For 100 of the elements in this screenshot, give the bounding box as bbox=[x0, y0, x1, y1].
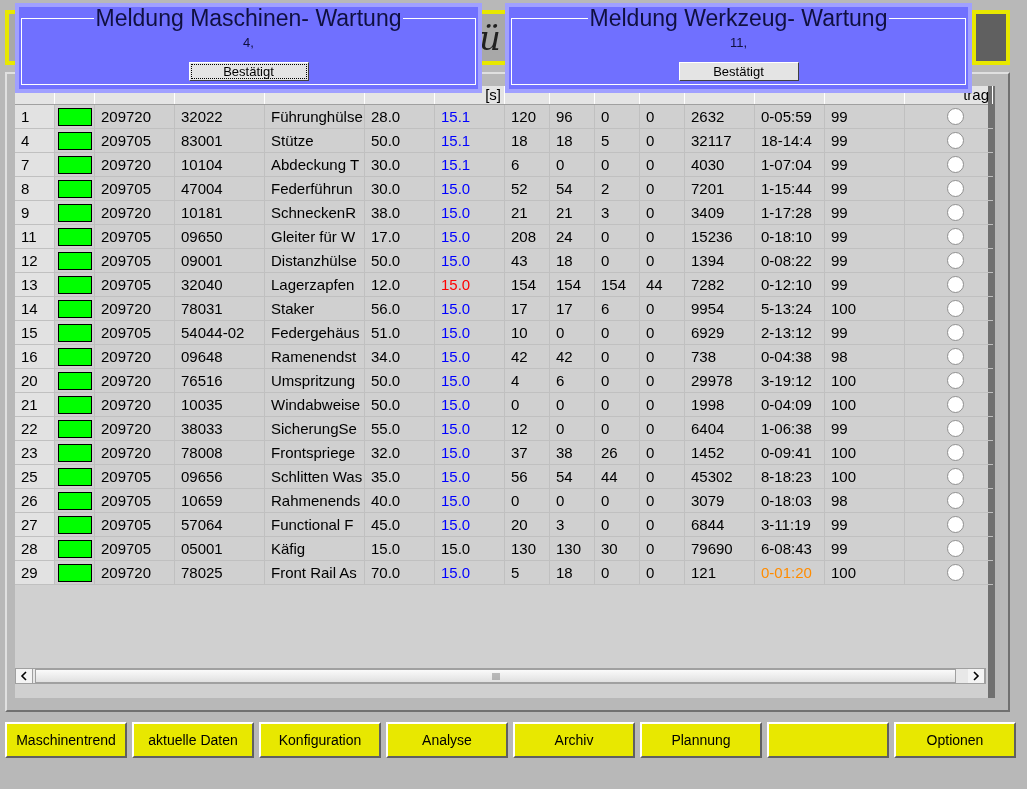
table-cell: 15.0 bbox=[435, 441, 505, 465]
table-cell: 15.1 bbox=[435, 105, 505, 129]
nav-button[interactable]: Archiv bbox=[513, 722, 635, 758]
radio-button[interactable] bbox=[946, 372, 964, 389]
nav-button[interactable]: Konfiguration bbox=[259, 722, 381, 758]
table-cell: 209720 bbox=[95, 417, 175, 441]
table-cell: Federführun bbox=[265, 177, 365, 201]
dialog-message: 11, bbox=[729, 35, 748, 50]
table-cell: 15.0 bbox=[435, 513, 505, 537]
table-cell: 209720 bbox=[95, 297, 175, 321]
confirm-button[interactable]: Bestätigt bbox=[188, 62, 309, 81]
table-cell: 3 bbox=[550, 513, 595, 537]
table-cell: 209705 bbox=[95, 537, 175, 561]
nav-button[interactable]: Plannung bbox=[640, 722, 762, 758]
radio-button[interactable] bbox=[946, 516, 964, 533]
table-cell: 0 bbox=[640, 225, 685, 249]
table-cell: 209720 bbox=[95, 441, 175, 465]
table-cell: 15.1 bbox=[435, 153, 505, 177]
table-cell: 0 bbox=[550, 417, 595, 441]
scroll-right-icon[interactable] bbox=[968, 669, 985, 683]
table-cell: 6 bbox=[595, 297, 640, 321]
radio-button[interactable] bbox=[946, 468, 964, 485]
table-cell: 0 bbox=[595, 345, 640, 369]
nav-button[interactable]: Maschinentrend bbox=[5, 722, 127, 758]
table-cell: 15.0 bbox=[435, 345, 505, 369]
table-cell: 45.0 bbox=[365, 513, 435, 537]
table-cell: 15.0 bbox=[435, 561, 505, 585]
table-cell: Abdeckung T bbox=[265, 153, 365, 177]
table-cell: Schlitten Was bbox=[265, 465, 365, 489]
table-cell: 57064 bbox=[175, 513, 265, 537]
row-number: 8 bbox=[15, 177, 55, 201]
radio-button[interactable] bbox=[946, 492, 964, 509]
table-cell: 1452 bbox=[685, 441, 755, 465]
radio-button[interactable] bbox=[946, 300, 964, 317]
table-cell: 28.0 bbox=[365, 105, 435, 129]
table-cell: 26 bbox=[595, 441, 640, 465]
table-cell: 3-19:12 bbox=[755, 369, 825, 393]
radio-button[interactable] bbox=[946, 396, 964, 413]
radio-button[interactable] bbox=[946, 156, 964, 173]
radio-button[interactable] bbox=[946, 108, 964, 125]
scroll-thumb[interactable] bbox=[35, 669, 956, 683]
dialog-title: Meldung Werkzeug- Wartung bbox=[588, 7, 889, 29]
table-cell: 208 bbox=[505, 225, 550, 249]
table-cell: 83001 bbox=[175, 129, 265, 153]
radio-button[interactable] bbox=[946, 252, 964, 269]
table-cell: 0 bbox=[550, 321, 595, 345]
radio-button[interactable] bbox=[946, 564, 964, 581]
table-cell: 54 bbox=[550, 465, 595, 489]
table-cell: Ramenendst bbox=[265, 345, 365, 369]
table-cell: 45302 bbox=[685, 465, 755, 489]
header-title: ü bbox=[479, 17, 501, 58]
table-cell: Front Rail As bbox=[265, 561, 365, 585]
nav-button[interactable]: aktuelle Daten bbox=[132, 722, 254, 758]
table-cell: 42 bbox=[505, 345, 550, 369]
table-cell: 32117 bbox=[685, 129, 755, 153]
table-cell: Gleiter für W bbox=[265, 225, 365, 249]
table-cell: 18-14:4 bbox=[755, 129, 825, 153]
table-cell: 209705 bbox=[95, 489, 175, 513]
table-cell: 70.0 bbox=[365, 561, 435, 585]
table-cell: 209705 bbox=[95, 321, 175, 345]
table-cell: Umspritzung bbox=[265, 369, 365, 393]
radio-button[interactable] bbox=[946, 180, 964, 197]
table-cell: 56.0 bbox=[365, 297, 435, 321]
radio-button[interactable] bbox=[946, 348, 964, 365]
table-cell: 30.0 bbox=[365, 177, 435, 201]
confirm-button[interactable]: Bestätigt bbox=[678, 62, 799, 81]
table-cell: 0-18:03 bbox=[755, 489, 825, 513]
radio-button[interactable] bbox=[946, 204, 964, 221]
radio-button[interactable] bbox=[946, 540, 964, 557]
table-cell: 8-18:23 bbox=[755, 465, 825, 489]
nav-button[interactable]: Optionen bbox=[894, 722, 1016, 758]
radio-button[interactable] bbox=[946, 420, 964, 437]
table-cell: 0 bbox=[595, 321, 640, 345]
row-number: 23 bbox=[15, 441, 55, 465]
scroll-left-icon[interactable] bbox=[16, 669, 33, 683]
radio-button[interactable] bbox=[946, 444, 964, 461]
nav-button[interactable]: Analyse bbox=[386, 722, 508, 758]
table-cell: 15.0 bbox=[435, 369, 505, 393]
table-cell: 50.0 bbox=[365, 393, 435, 417]
horizontal-scrollbar[interactable] bbox=[15, 668, 986, 684]
table-cell: SicherungSe bbox=[265, 417, 365, 441]
radio-button[interactable] bbox=[946, 276, 964, 293]
table-cell: 3-11:19 bbox=[755, 513, 825, 537]
table-cell: 99 bbox=[825, 225, 905, 249]
radio-button[interactable] bbox=[946, 132, 964, 149]
table-cell: 56 bbox=[505, 465, 550, 489]
table-cell: 15.0 bbox=[435, 393, 505, 417]
table-cell: 0 bbox=[640, 489, 685, 513]
table-cell: 12 bbox=[505, 417, 550, 441]
table-cell: 10035 bbox=[175, 393, 265, 417]
table-cell: 15.0 bbox=[435, 537, 505, 561]
blank-button[interactable] bbox=[767, 722, 889, 758]
table-cell: 0 bbox=[640, 513, 685, 537]
radio-button[interactable] bbox=[946, 228, 964, 245]
table-cell: 0 bbox=[550, 489, 595, 513]
radio-button[interactable] bbox=[946, 324, 964, 341]
table-cell: 0 bbox=[640, 465, 685, 489]
table-cell: 209705 bbox=[95, 273, 175, 297]
table-cell: 42 bbox=[550, 345, 595, 369]
table-cell: 17.0 bbox=[365, 225, 435, 249]
